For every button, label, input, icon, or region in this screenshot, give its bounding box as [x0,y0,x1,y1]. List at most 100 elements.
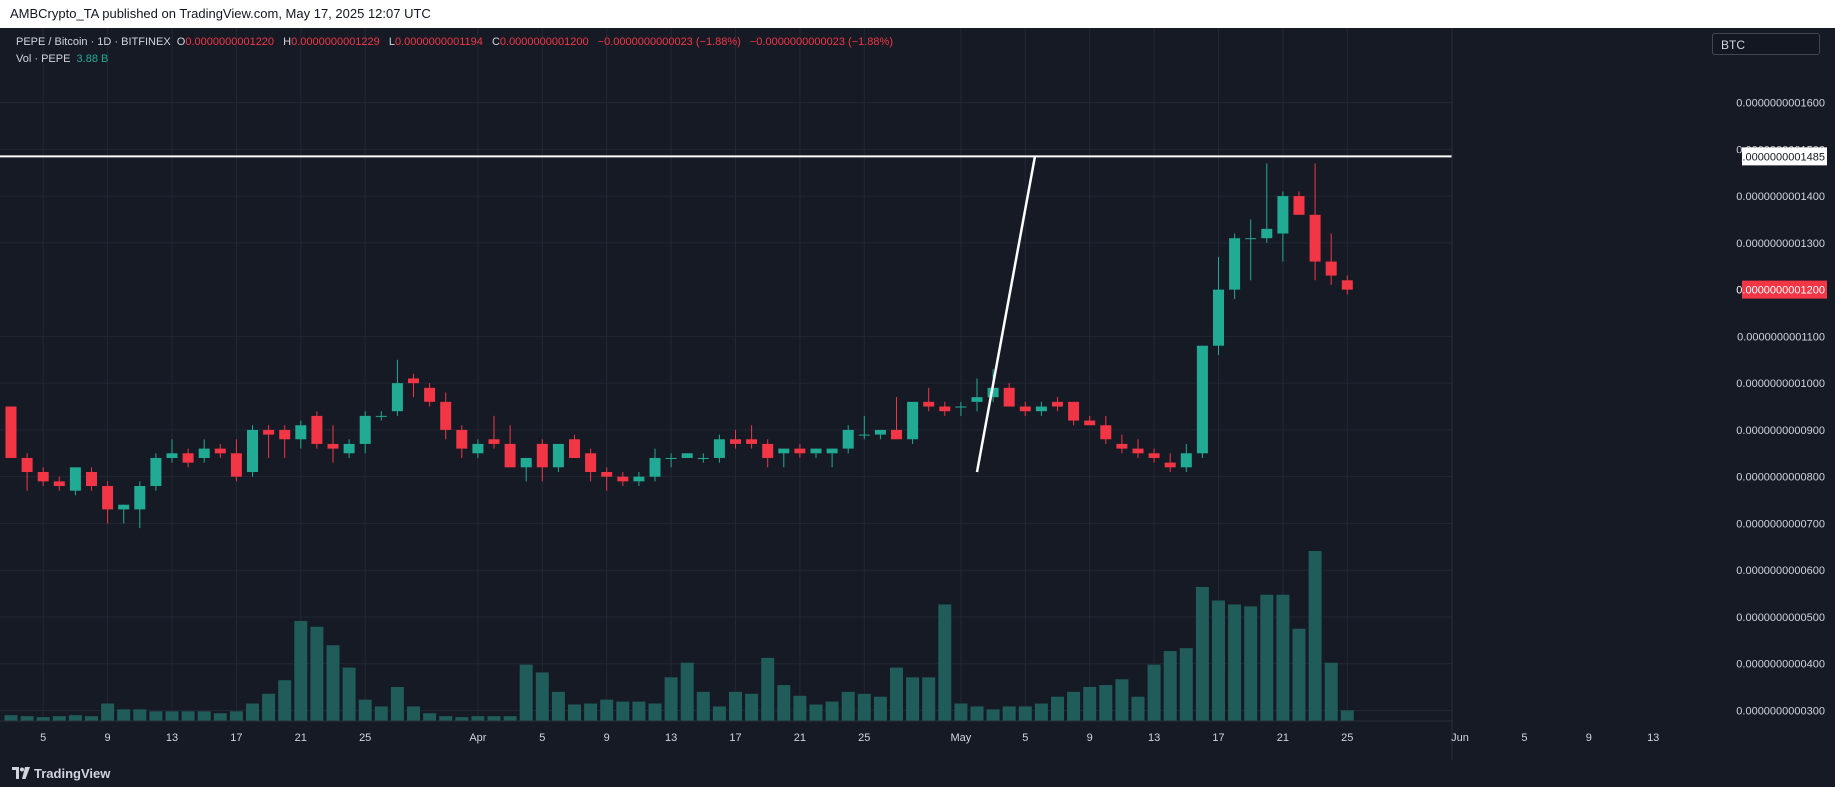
high-value: 0.0000000001229 [291,36,380,48]
time-tick-label: 9 [604,732,610,744]
candle-down [488,439,500,444]
candle-up [697,457,709,459]
volume-bar [648,703,662,721]
candle-down [601,471,613,477]
volume-bar [310,626,324,721]
chart-area[interactable]: 0.00000000016000.00000000015000.00000000… [0,28,1835,760]
candle-down [1148,453,1160,458]
candle-up [1035,406,1047,412]
change-value-2: −0.0000000000023 (−1.88%) [749,36,893,48]
volume-bar [745,693,759,721]
candle-down [1325,261,1337,276]
time-tick-label: Apr [469,732,486,744]
volume-bar [1228,604,1242,721]
candle-down [1052,401,1063,407]
candle-up [681,453,693,458]
open-value: 0.0000000001220 [185,36,275,48]
candle-up [1245,238,1257,240]
volume-bar [262,693,276,721]
candle-down [923,401,935,407]
candle-down [762,443,774,458]
volume-bar [1292,628,1306,721]
volume-bar [1308,551,1322,721]
volume-bar [278,680,292,721]
change-value: −0.0000000000023 (−1.88%) [597,36,741,48]
volume-bar [1083,687,1097,721]
volume-bar [1244,606,1258,721]
volume-bar [342,667,356,721]
volume-bar [1131,696,1145,721]
volume-bar [664,677,678,721]
volume-bar [922,677,936,721]
volume-bar [535,672,549,721]
candle-up [118,504,130,510]
time-tick-label: 9 [1087,732,1093,744]
candle-up [1229,238,1241,290]
volume-bar [1067,691,1081,721]
volume-bar [117,709,131,721]
volume-bar [374,706,388,721]
candle-down [53,481,65,487]
time-tick-label: 21 [1277,732,1289,744]
volume-bar [890,667,903,721]
time-tick-label: 17 [1212,732,1224,744]
volume-bar [423,713,437,721]
time-tick-label: 13 [1148,732,1160,744]
candle-down [327,443,339,449]
published-by-header: AMBCrypto_TA published on TradingView.co… [0,0,1835,28]
price-chart[interactable]: 0.00000000016000.00000000015000.00000000… [0,28,1835,760]
price-axis-background [1452,28,1835,760]
candle-up [150,457,162,487]
time-tick-label: 9 [105,732,111,744]
volume-bar [809,704,823,721]
volume-bar [841,691,855,721]
candle-down [504,443,516,468]
time-tick-label: Jun [1451,732,1469,744]
volume-bar [986,709,1000,721]
candle-up [295,425,307,440]
time-tick-label: 21 [295,732,307,744]
volume-bar [1324,662,1338,721]
volume-bar [906,677,920,721]
candle-down [1309,214,1321,262]
low-value: 0.0000000001194 [394,36,483,48]
time-tick-label: 13 [166,732,178,744]
close-label: C [491,36,500,48]
volume-bar [825,701,839,721]
candle-up [1213,289,1224,346]
time-tick-label: May [951,732,972,744]
time-tick-label: 5 [40,732,46,744]
currency-selector[interactable]: BTC [1712,33,1820,55]
candle-down [214,448,226,454]
volume-bar [954,703,968,721]
horizontal-line-label: 0.0000000001485 [1736,151,1825,163]
volume-bar [213,713,227,721]
candle-down [1341,280,1353,290]
volume-bar [326,645,340,721]
volume-label: Vol · PEPE [16,53,71,65]
volume-bar [165,711,179,721]
volume-bar [407,706,420,721]
candle-down [891,429,902,440]
volume-bar [149,711,163,721]
volume-bar [1212,600,1225,721]
candle-down [408,378,419,384]
candle-down [263,429,275,435]
candle-up [874,429,886,435]
tradingview-logo-icon [12,767,30,779]
volume-bar [503,716,517,721]
close-value: 0.0000000001200 [499,36,589,48]
volume-bar [777,685,791,721]
candle-up [391,383,403,412]
volume-bar [68,715,82,721]
candle-down [86,471,97,487]
candle-down [1084,420,1096,426]
volume-bar [471,716,485,721]
time-tick-label: 25 [1341,732,1353,744]
candle-up [665,457,677,459]
volume-bar [519,664,533,721]
candle-down [21,457,33,472]
price-tick-label: 0.0000000000400 [1736,659,1825,671]
candle-up [552,443,564,468]
volume-bar [1260,594,1274,721]
